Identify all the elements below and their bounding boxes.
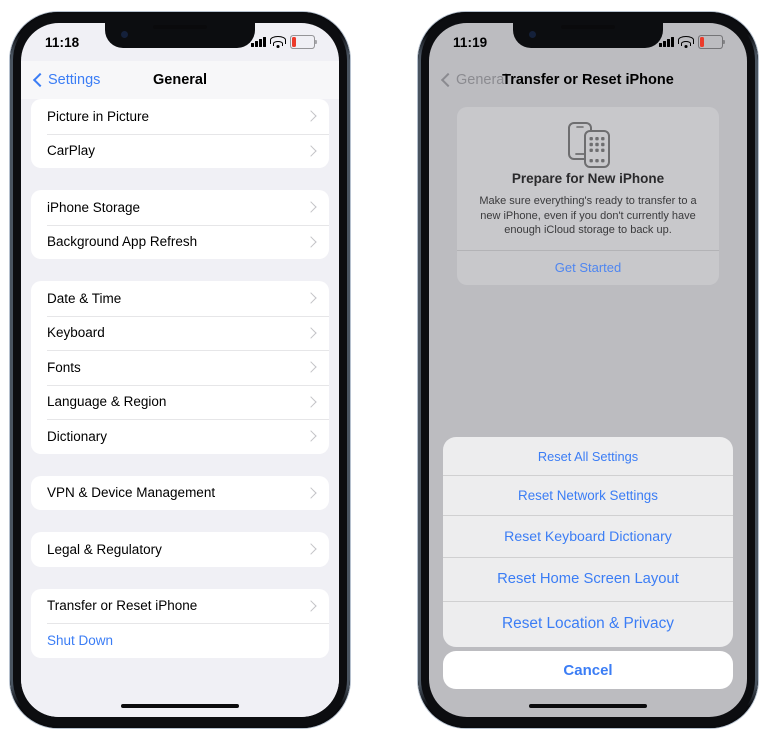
screen-left: 11:18 Settings General Picture in Pictur…: [21, 23, 339, 717]
row-label: Date & Time: [47, 290, 122, 306]
status-time: 11:18: [45, 34, 80, 50]
settings-group: VPN & Device Management: [31, 475, 329, 511]
action-reset-location-privacy[interactable]: Reset Location & Privacy: [443, 601, 733, 647]
settings-row-background-app-refresh[interactable]: Background App Refresh: [31, 224, 329, 260]
front-camera-icon: [121, 31, 128, 38]
chevron-right-icon: [305, 361, 317, 373]
settings-row-carplay[interactable]: CarPlay: [31, 133, 329, 169]
chevron-right-icon: [305, 396, 317, 408]
status-indicators: [659, 35, 725, 49]
row-label: Keyboard: [47, 325, 105, 341]
earpiece-speaker-icon: [153, 25, 207, 29]
signal-bars-icon: [659, 37, 674, 47]
back-button-general[interactable]: General: [440, 72, 508, 88]
chevron-right-icon: [305, 145, 317, 157]
home-indicator: [529, 703, 647, 708]
wifi-icon: [270, 35, 286, 48]
battery-low-icon: [698, 35, 725, 49]
settings-row-shut-down[interactable]: Shut Down: [31, 623, 329, 658]
row-label: Shut Down: [47, 632, 114, 648]
two-iphones-icon: [457, 107, 719, 169]
home-indicator: [121, 703, 239, 708]
notch-right: [513, 23, 663, 48]
chevron-right-icon: [305, 327, 317, 339]
row-label: Dictionary: [47, 428, 108, 444]
back-button-settings[interactable]: Settings: [32, 72, 101, 88]
chevron-right-icon: [305, 487, 317, 499]
settings-group: Legal & Regulatory: [31, 532, 329, 567]
front-camera-icon: [529, 31, 536, 38]
action-reset-all-settings[interactable]: Reset All Settings: [443, 437, 733, 475]
settings-row-dictionary[interactable]: Dictionary: [31, 419, 329, 454]
action-sheet-occluded-item[interactable]: Reset: [443, 646, 733, 647]
chevron-right-icon: [305, 600, 317, 612]
settings-group: Transfer or Reset iPhone Shut Down: [31, 588, 329, 658]
earpiece-speaker-icon: [561, 25, 615, 29]
signal-bars-icon: [251, 37, 266, 47]
chevron-right-icon: [305, 201, 317, 213]
settings-list-scroll[interactable]: Picture in Picture CarPlay iPhone Storag…: [21, 99, 339, 717]
action-reset-network-settings[interactable]: Reset Network Settings: [443, 475, 733, 515]
chevron-left-icon: [32, 72, 48, 88]
settings-row-picture-in-picture[interactable]: Picture in Picture: [31, 99, 329, 134]
screen-right: 11:19 General Transfer or Reset iPhone P…: [429, 23, 747, 717]
row-label: Picture in Picture: [47, 108, 150, 124]
row-label: Fonts: [47, 359, 81, 375]
battery-low-icon: [290, 35, 317, 49]
back-button-label: General: [456, 72, 508, 88]
back-button-label: Settings: [48, 72, 101, 88]
chevron-left-icon: [440, 72, 456, 88]
settings-row-date-time[interactable]: Date & Time: [31, 281, 329, 316]
wifi-icon: [678, 35, 694, 48]
chevron-right-icon: [305, 543, 317, 555]
chevron-right-icon: [305, 110, 317, 122]
reset-action-sheet: Reset All Settings Reset Network Setting…: [443, 437, 733, 689]
settings-group: Picture in Picture CarPlay: [31, 99, 329, 168]
action-sheet-options: Reset All Settings Reset Network Setting…: [443, 437, 733, 647]
settings-group: iPhone Storage Background App Refresh: [31, 190, 329, 259]
action-reset-keyboard-dictionary[interactable]: Reset Keyboard Dictionary: [443, 515, 733, 557]
nav-bar-left: Settings General: [21, 61, 339, 99]
settings-row-iphone-storage[interactable]: iPhone Storage: [31, 190, 329, 225]
status-time: 11:19: [453, 34, 488, 50]
prepare-card-description: Make sure everything's ready to transfer…: [479, 195, 697, 236]
settings-group: Date & Time Keyboard Fonts Language & Re…: [31, 281, 329, 454]
chevron-right-icon: [305, 292, 317, 304]
row-label: CarPlay: [47, 143, 96, 159]
status-indicators: [251, 35, 317, 49]
get-started-button[interactable]: Get Started: [457, 251, 719, 285]
cancel-button[interactable]: Cancel: [443, 651, 733, 689]
settings-row-legal-regulatory[interactable]: Legal & Regulatory: [31, 532, 329, 567]
notch-left: [105, 23, 255, 48]
prepare-card-title: Prepare for New iPhone: [511, 171, 665, 186]
iphone-device-left: 11:18 Settings General Picture in Pictur…: [10, 12, 350, 728]
row-label: Language & Region: [47, 394, 167, 410]
row-label: VPN & Device Management: [47, 485, 216, 501]
row-label: Transfer or Reset iPhone: [47, 598, 198, 614]
chevron-right-icon: [305, 430, 317, 442]
row-label: Legal & Regulatory: [47, 541, 162, 557]
settings-row-transfer-or-reset-iphone[interactable]: Transfer or Reset iPhone: [31, 589, 329, 624]
prepare-for-new-iphone-card: Prepare for New iPhone Make sure everyth…: [457, 107, 719, 285]
row-label: iPhone Storage: [47, 199, 141, 215]
settings-row-vpn-device-management[interactable]: VPN & Device Management: [31, 476, 329, 511]
settings-row-fonts[interactable]: Fonts: [31, 350, 329, 385]
row-label: Background App Refresh: [47, 234, 198, 250]
settings-row-keyboard[interactable]: Keyboard: [31, 315, 329, 351]
iphone-device-right: 11:19 General Transfer or Reset iPhone P…: [418, 12, 758, 728]
chevron-right-icon: [305, 236, 317, 248]
settings-row-language-region[interactable]: Language & Region: [31, 384, 329, 420]
nav-bar-right: General Transfer or Reset iPhone: [429, 61, 747, 99]
action-reset-home-screen-layout[interactable]: Reset Home Screen Layout: [443, 557, 733, 601]
